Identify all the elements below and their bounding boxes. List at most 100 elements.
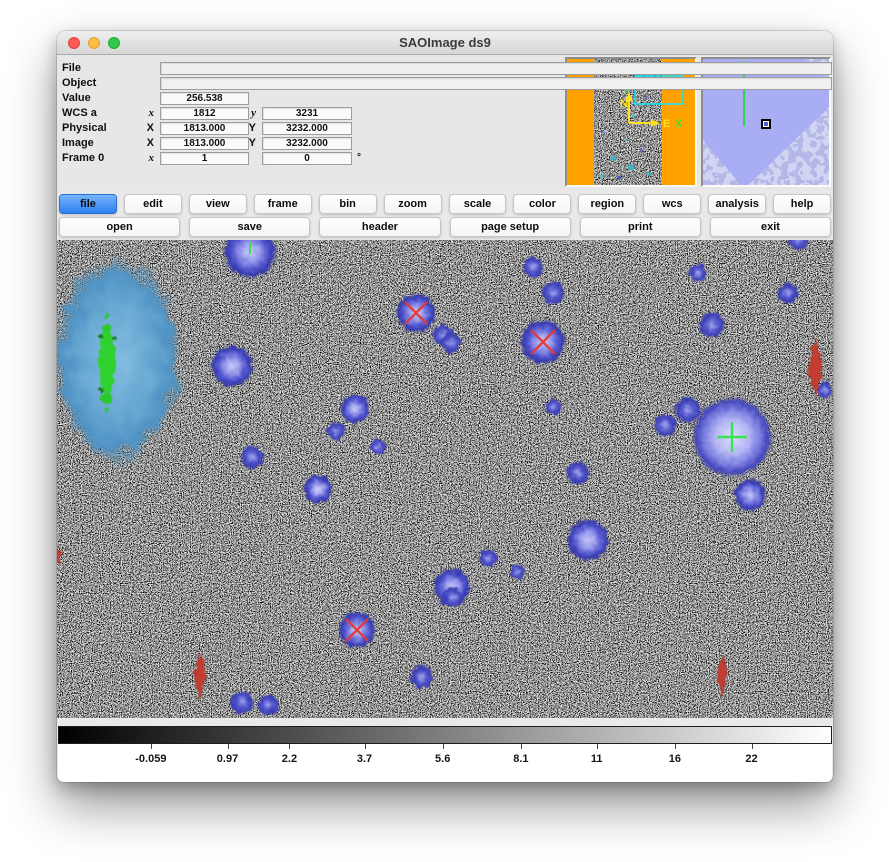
title-bar[interactable]: SAOImage ds9 (57, 31, 833, 55)
panner-star-speck (600, 175, 603, 178)
coord-label-physical-2: Y (239, 122, 256, 135)
star (442, 586, 464, 608)
close-button[interactable] (68, 37, 80, 49)
star (699, 312, 726, 339)
info-label-value: Value (62, 92, 91, 105)
star (734, 479, 766, 511)
coord-label-image-1: X (137, 137, 154, 150)
menu-scale[interactable]: scale (449, 194, 507, 214)
colorbar-tick (521, 744, 522, 749)
noise-background (57, 240, 833, 718)
field-file[interactable] (160, 62, 832, 75)
compass-label-x: X (675, 118, 683, 130)
menu-help[interactable]: help (773, 194, 831, 214)
star (545, 399, 561, 415)
star (210, 344, 253, 387)
menu-region[interactable]: region (578, 194, 636, 214)
magnifier-cursor-box (761, 119, 771, 129)
star (240, 445, 264, 469)
menu-wcs[interactable]: wcs (643, 194, 701, 214)
field-value-1[interactable]: 256.538 (160, 92, 249, 105)
colorbar-tick (289, 744, 290, 749)
colorbar-tick (365, 744, 366, 749)
colorbar-tick-label: 11 (591, 753, 603, 765)
menu-analysis[interactable]: analysis (708, 194, 766, 214)
star (257, 694, 279, 716)
field-wcs-a-1[interactable]: 1812 (160, 107, 249, 120)
menu-zoom[interactable]: zoom (384, 194, 442, 214)
field-image-2[interactable]: 3232.000 (262, 137, 352, 150)
star (303, 474, 333, 504)
panner-star-speck (628, 164, 634, 170)
star (689, 264, 708, 283)
minimize-button[interactable] (88, 37, 100, 49)
menu-exit[interactable]: exit (710, 217, 831, 237)
field-frame-0-2[interactable]: 0 (262, 152, 352, 165)
zoom-button[interactable] (108, 37, 120, 49)
menu-page-setup[interactable]: page setup (450, 217, 571, 237)
star (327, 422, 346, 441)
info-label-file: File (62, 62, 81, 75)
field-object[interactable] (160, 77, 832, 90)
colorbar-tick (443, 744, 444, 749)
compass-label-e: E (663, 118, 670, 130)
panner-star-speck (598, 106, 600, 108)
menu-file[interactable]: file (59, 194, 117, 214)
colorbar[interactable] (58, 726, 832, 744)
panner-star-speck (610, 156, 615, 161)
main-image-canvas[interactable] (57, 240, 833, 718)
menu-save[interactable]: save (189, 217, 310, 237)
window-controls (68, 37, 120, 49)
compass-label-n: N (620, 98, 628, 110)
field-physical-2[interactable]: 3232.000 (262, 122, 352, 135)
colorbar-tick-label: -0.059 (135, 753, 166, 765)
info-label-physical: Physical (62, 122, 107, 135)
coord-label-frame-0-1: x (137, 152, 154, 165)
menu-print[interactable]: print (580, 217, 701, 237)
menu-frame[interactable]: frame (254, 194, 312, 214)
field-image-1[interactable]: 1813.000 (160, 137, 249, 150)
star (653, 413, 677, 437)
star (440, 332, 462, 354)
info-panel: YNEX FileObjectValue256.538WCS ax1812y32… (57, 55, 833, 190)
panner-star-speck (640, 148, 643, 151)
star (340, 394, 370, 424)
panner-star-speck (625, 138, 627, 140)
panner-star-speck (645, 95, 648, 98)
degree-symbol: ° (357, 152, 361, 163)
star (817, 382, 833, 398)
image-frame[interactable] (57, 240, 833, 718)
info-label-wcs-a: WCS a (62, 107, 97, 120)
window-title: SAOImage ds9 (57, 31, 833, 54)
colorbar-tick-label: 5.6 (435, 753, 450, 765)
menu-row-main: file edit view frame binzoom scale color region… (58, 194, 832, 214)
menu-header[interactable]: header (319, 217, 440, 237)
blob-halo (57, 258, 181, 462)
star (522, 256, 544, 278)
info-label-object: Object (62, 77, 96, 90)
coord-label-wcs-a-2: y (239, 107, 256, 120)
colorbar-tick (228, 744, 229, 749)
menu-bar: file edit view frame binzoom scale color region… (57, 190, 833, 240)
field-frame-0-1[interactable]: 1 (160, 152, 249, 165)
colorbar-tick-label: 0.97 (217, 753, 238, 765)
menu-color[interactable]: color (513, 194, 571, 214)
colorbar-tick-label: 3.7 (357, 753, 372, 765)
magnifier-cursor-pixel (764, 122, 768, 126)
coord-label-image-2: Y (239, 137, 256, 150)
colorbar-tick-label: 16 (669, 753, 681, 765)
colorbar-tick (151, 744, 152, 749)
ds9-window: SAOImage ds9 YNEX FileObjectValue256.538… (57, 31, 833, 782)
menu-edit[interactable]: edit (124, 194, 182, 214)
field-wcs-a-2[interactable]: 3231 (262, 107, 352, 120)
field-physical-1[interactable]: 1813.000 (160, 122, 249, 135)
menu-row-file: open save header page setup print exit (58, 217, 832, 237)
star (479, 549, 498, 568)
info-label-frame-0: Frame 0 (62, 152, 104, 165)
menu-open[interactable]: open (59, 217, 180, 237)
coord-label-physical-1: X (137, 122, 154, 135)
panner-star-speck (647, 171, 651, 175)
colorbar-tick (597, 744, 598, 749)
menu-view[interactable]: view (189, 194, 247, 214)
menu-bin[interactable]: bin (319, 194, 377, 214)
